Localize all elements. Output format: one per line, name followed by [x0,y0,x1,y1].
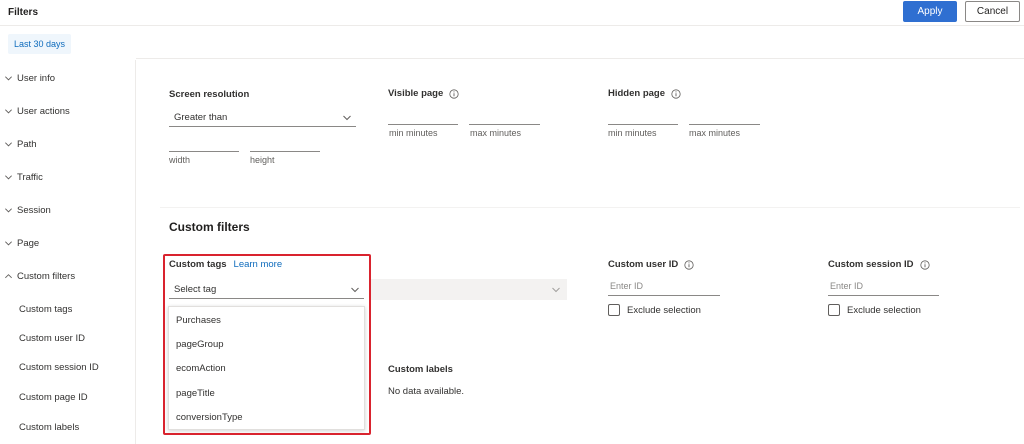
custom-session-id-exclude-checkbox[interactable]: Exclude selection [828,304,921,316]
checkbox-label: Exclude selection [627,304,701,316]
header-divider [136,58,1024,59]
page-title: Filters [8,7,39,18]
sidebar-item-custom-filters[interactable]: Custom filters [4,269,75,283]
screen-resolution-label: Screen resolution [169,89,250,100]
chevron-down-icon [552,287,560,293]
checkbox[interactable] [608,304,620,316]
info-icon[interactable] [671,88,681,99]
visible-page-label-text: Visible page [388,88,444,99]
sidebar-item-label: Path [17,138,37,150]
input-placeholder: Enter ID [830,281,864,291]
screen-resolution-dropdown[interactable]: Greater than [169,109,356,127]
sidebar-item-label: Traffic [17,171,43,183]
custom-session-id-input[interactable]: Enter ID [828,278,939,296]
height-input[interactable] [250,151,320,152]
cancel-button[interactable]: Cancel [965,1,1020,22]
sidebar-item-user-info[interactable]: User info [4,71,55,85]
chevron-down-icon [5,240,12,245]
sidebar-item-user-actions[interactable]: User actions [4,104,70,118]
chevron-down-icon [5,108,12,113]
sidebar-item-label: User actions [17,105,70,117]
sidebar-subitem-custom-page-id[interactable]: Custom page ID [19,392,88,403]
sidebar-item-path[interactable]: Path [4,137,37,151]
sidebar-item-session[interactable]: Session [4,203,51,217]
custom-user-id-label-text: Custom user ID [608,259,679,270]
sidebar-item-page[interactable]: Page [4,236,39,250]
custom-tag-value-dropdown [370,279,567,300]
checkbox-label: Exclude selection [847,304,921,316]
chevron-up-icon [5,273,12,278]
chevron-down-icon [5,141,12,146]
chevron-down-icon [343,115,351,121]
hidden-page-max-hint: max minutes [689,128,741,138]
sidebar-item-label: User info [17,72,56,84]
visible-page-min-hint: min minutes [389,128,438,138]
hidden-page-min-input[interactable] [608,124,678,125]
checkbox[interactable] [828,304,840,316]
custom-user-id-exclude-checkbox[interactable]: Exclude selection [608,304,701,316]
visible-page-min-input[interactable] [388,124,458,125]
chevron-down-icon [5,75,12,80]
sidebar-subitem-custom-labels[interactable]: Custom labels [19,422,79,433]
hidden-page-label: Hidden page [608,88,681,99]
sidebar-item-traffic[interactable]: Traffic [4,170,43,184]
sidebar-item-label: Session [17,204,51,216]
sidebar-subitem-custom-tags[interactable]: Custom tags [19,304,72,315]
custom-labels-label: Custom labels [388,364,453,375]
sidebar-subitem-custom-session-id[interactable]: Custom session ID [19,362,99,373]
section-divider [160,207,1020,208]
dropdown-value: Greater than [174,112,228,123]
date-range-chip[interactable]: Last 30 days [8,34,72,54]
width-input[interactable] [169,151,239,152]
width-hint: width [169,155,191,165]
info-icon[interactable] [684,259,694,270]
hidden-page-max-input[interactable] [689,124,760,125]
custom-filters-title: Custom filters [169,220,250,234]
apply-button[interactable]: Apply [903,1,957,22]
custom-session-id-label: Custom session ID [828,259,930,270]
visible-page-max-input[interactable] [469,124,540,125]
info-icon[interactable] [919,259,930,270]
custom-user-id-input[interactable]: Enter ID [608,278,720,296]
visible-page-max-hint: max minutes [470,128,522,138]
sidebar: User info User actions Path Traffic Sess… [0,60,136,444]
chevron-down-icon [5,207,12,212]
hidden-page-min-hint: min minutes [608,128,657,138]
header: Filters Apply Cancel [0,0,1024,26]
info-icon[interactable] [449,88,459,99]
input-placeholder: Enter ID [610,281,644,291]
visible-page-label: Visible page [388,88,459,99]
highlight-annotation [163,254,371,435]
hidden-page-label-text: Hidden page [608,88,666,99]
sidebar-item-label: Custom filters [17,270,76,282]
sidebar-subitem-custom-user-id[interactable]: Custom user ID [19,333,85,344]
sidebar-item-label: Page [17,237,40,249]
height-hint: height [250,155,275,165]
custom-session-id-label-text: Custom session ID [828,259,914,270]
chevron-down-icon [5,174,12,179]
custom-labels-empty-text: No data available. [388,386,465,397]
custom-user-id-label: Custom user ID [608,259,694,270]
